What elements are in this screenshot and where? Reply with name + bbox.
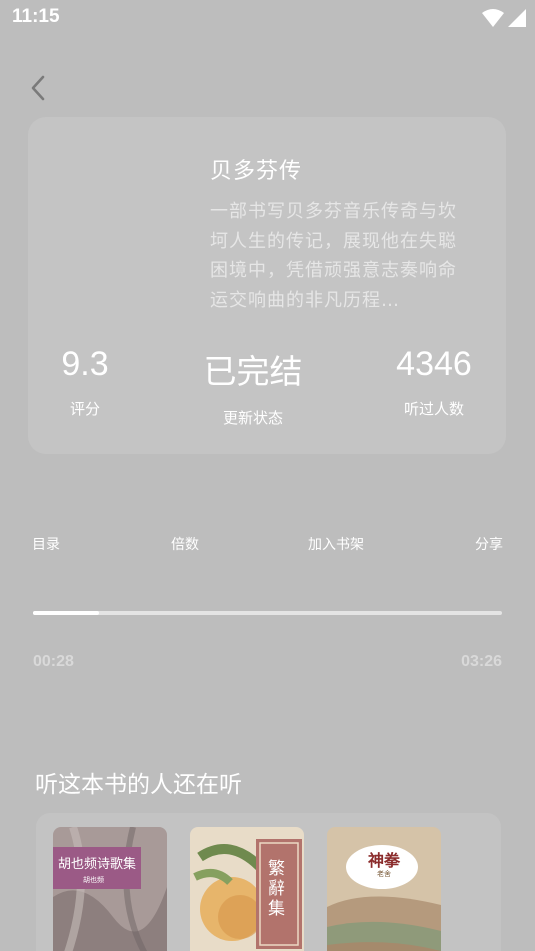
share-button[interactable]: 分享 xyxy=(475,534,503,554)
cover-image-3 xyxy=(327,827,441,951)
status-bar: 11:15 xyxy=(0,0,535,36)
stat-rating: 9.3 评分 xyxy=(10,345,160,419)
back-button[interactable] xyxy=(24,74,52,102)
signal-icon xyxy=(508,9,526,27)
chevron-left-icon xyxy=(31,75,45,101)
recommend-panel: 胡也频诗歌集 胡也频 繁辭集 神拳 老舍 xyxy=(36,813,501,951)
catalog-button[interactable]: 目录 xyxy=(32,534,60,554)
speed-button[interactable]: 倍数 xyxy=(171,534,199,554)
cover-title-1: 胡也频诗歌集 xyxy=(58,857,137,872)
wifi-icon xyxy=(482,9,504,27)
progress-slider[interactable] xyxy=(33,611,502,615)
book-info-card: 贝多芬传 一部书写贝多芬音乐传奇与坎坷人生的传记，展现他在失聪困境中，凭借顽强意… xyxy=(28,117,506,454)
recommend-book-2[interactable]: 繁辭集 xyxy=(190,827,304,951)
cover-title-3: 神拳 xyxy=(368,851,401,870)
recommend-title: 听这本书的人还在听 xyxy=(35,772,242,798)
stat-update-status: 已完结 更新状态 xyxy=(178,345,328,428)
cover-image-1 xyxy=(53,827,167,951)
update-status-label: 更新状态 xyxy=(222,409,283,427)
add-shelf-button[interactable]: 加入书架 xyxy=(308,534,364,554)
progress-fill xyxy=(33,611,99,615)
listeners-value: 4346 xyxy=(396,345,472,383)
rating-value: 9.3 xyxy=(61,345,109,383)
recommend-book-3[interactable]: 神拳 老舍 xyxy=(327,827,441,951)
stat-listeners: 4346 听过人数 xyxy=(359,345,509,419)
book-description: 一部书写贝多芬音乐传奇与坎坷人生的传记，展现他在失聪困境中，凭借顽强意志奏响命运… xyxy=(210,201,457,311)
cover-author-3: 老舍 xyxy=(377,870,391,878)
cover-title-2: 繁辭集 xyxy=(268,859,285,919)
total-time: 03:26 xyxy=(461,653,502,670)
book-title: 贝多芬传 xyxy=(210,159,303,184)
status-time: 11:15 xyxy=(12,6,60,27)
recommend-book-1[interactable]: 胡也频诗歌集 胡也频 xyxy=(53,827,167,951)
cover-author-1: 胡也频 xyxy=(83,876,104,884)
listeners-label: 听过人数 xyxy=(403,400,464,418)
current-time: 00:28 xyxy=(33,653,74,670)
player-controls: 目录 倍数 加入书架 分享 xyxy=(0,534,535,558)
rating-label: 评分 xyxy=(69,400,100,418)
update-status-value: 已完结 xyxy=(203,352,303,391)
